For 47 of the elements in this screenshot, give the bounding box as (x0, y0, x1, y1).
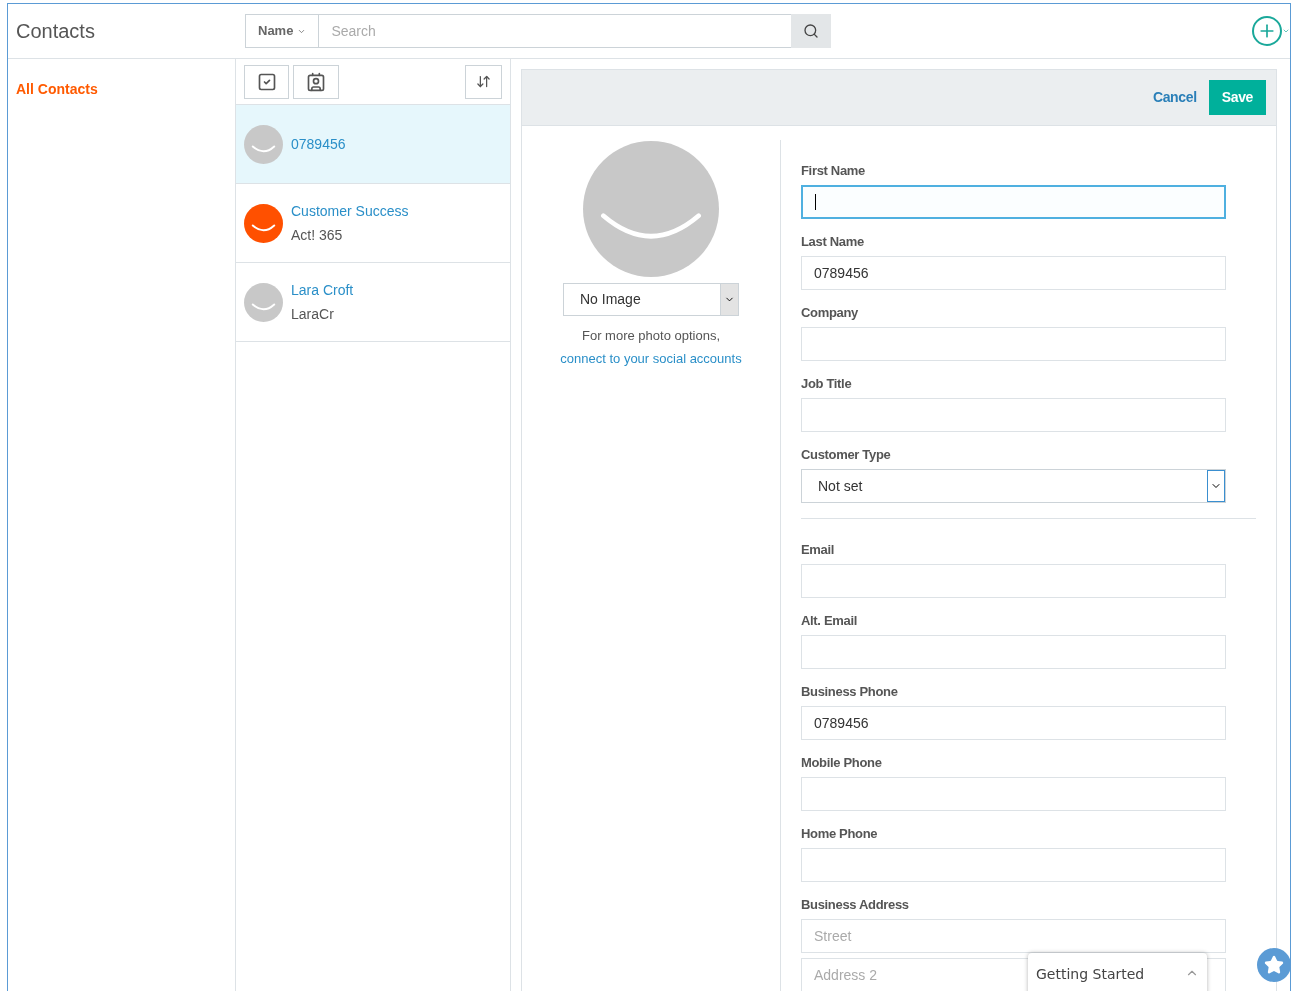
search-button[interactable] (791, 14, 831, 48)
contact-card-icon (306, 71, 326, 92)
add-button[interactable] (1252, 16, 1290, 46)
customer-type-select[interactable]: Not set (801, 469, 1226, 503)
social-accounts-link[interactable]: connect to your social accounts (560, 348, 742, 368)
field-label: Home Phone (801, 826, 879, 841)
field-label: First Name (801, 163, 866, 178)
field-label: Job Title (801, 376, 853, 391)
text-field[interactable]: 0789456 (801, 256, 1226, 290)
address-field[interactable]: Street (801, 919, 1226, 953)
getting-started-label: Getting Started (1036, 965, 1146, 984)
sort-icon (476, 74, 491, 89)
select-value: No Image (579, 290, 642, 309)
favorites-button[interactable] (1257, 948, 1291, 982)
getting-started-panel[interactable]: Getting Started (1028, 953, 1207, 991)
text-field[interactable]: 0789456 (801, 706, 1226, 740)
field-value: 0789456 (814, 713, 869, 733)
photo-hint: For more photo options, (582, 327, 720, 345)
field-label: Business Address (801, 897, 910, 912)
photo-select[interactable]: No Image (563, 283, 739, 316)
avatar-placeholder-icon (583, 141, 719, 277)
sort-button[interactable] (465, 64, 502, 99)
contact-subtitle: LaraCr (291, 304, 335, 324)
field-label: Mobile Phone (801, 755, 883, 770)
contact-name: Lara Croft (291, 280, 354, 300)
field-value: 0789456 (814, 263, 869, 283)
search-icon (803, 23, 819, 39)
select-toggle-button[interactable] (244, 64, 289, 99)
field-label: Business Phone (801, 684, 899, 699)
text-field[interactable] (801, 185, 1226, 219)
select-value: Not set (817, 476, 864, 496)
contact-card-button[interactable] (293, 64, 339, 99)
cancel-button[interactable]: Cancel (1152, 87, 1197, 108)
contact-subtitle: Act! 365 (291, 225, 344, 245)
field-label: Last Name (801, 234, 865, 249)
caret-icon (1282, 27, 1290, 35)
star-icon (1264, 955, 1284, 975)
page-title: Contacts (15, 19, 96, 44)
search-by-dropdown[interactable]: Name (245, 14, 320, 48)
field-label: Email (801, 542, 836, 557)
field-label: Alt. Email (801, 613, 858, 628)
checkbox-icon (256, 71, 277, 92)
contact-name: 0789456 (291, 134, 346, 154)
field-label: Customer Type (801, 447, 892, 462)
search-field[interactable]: Search (319, 14, 791, 48)
field-label: Company (801, 305, 859, 320)
contact-name: Customer Success (291, 201, 409, 221)
